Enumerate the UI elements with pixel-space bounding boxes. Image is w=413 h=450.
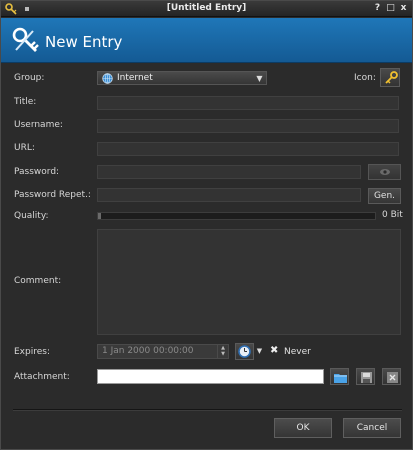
group-value: Internet bbox=[117, 73, 153, 83]
password-repeat-field[interactable] bbox=[97, 188, 361, 202]
expires-date-value: 1 Jan 2000 00:00:00 bbox=[102, 346, 194, 356]
group-select[interactable]: Internet ▼ bbox=[97, 71, 267, 85]
url-field[interactable] bbox=[97, 142, 399, 156]
header-banner: New Entry bbox=[1, 18, 412, 63]
expires-label: Expires: bbox=[14, 347, 50, 357]
expiry-preset-button[interactable] bbox=[235, 343, 254, 360]
dialog-window: [Untitled Entry] ? □ x New Entry Group: … bbox=[0, 0, 413, 450]
attachment-field[interactable] bbox=[97, 369, 324, 384]
close-button[interactable]: x bbox=[398, 2, 409, 15]
quality-bar-fill bbox=[98, 213, 101, 219]
username-label: Username: bbox=[14, 120, 63, 130]
comment-field[interactable] bbox=[97, 229, 401, 335]
chevron-down-icon[interactable]: ▼ bbox=[255, 345, 264, 358]
never-checkbox[interactable]: ✖ bbox=[270, 345, 278, 356]
delete-attachment-button[interactable] bbox=[382, 368, 401, 385]
cancel-button[interactable]: Cancel bbox=[343, 418, 401, 438]
key-wrench-icon bbox=[12, 27, 39, 52]
delete-icon bbox=[387, 372, 398, 383]
key-icon bbox=[385, 71, 398, 84]
ok-button[interactable]: OK bbox=[274, 418, 332, 438]
page-title: New Entry bbox=[45, 33, 123, 51]
save-attachment-button[interactable] bbox=[356, 368, 375, 385]
expires-date-field[interactable]: 1 Jan 2000 00:00:00 ▲ ▼ bbox=[97, 344, 229, 359]
password-label: Password: bbox=[14, 167, 60, 177]
generate-password-button[interactable]: Gen. bbox=[368, 188, 401, 204]
username-field[interactable] bbox=[97, 119, 399, 133]
separator bbox=[13, 409, 402, 411]
quality-label: Quality: bbox=[14, 211, 49, 221]
never-label[interactable]: Never bbox=[284, 347, 311, 357]
quality-bar bbox=[97, 212, 376, 220]
password-field[interactable] bbox=[97, 165, 361, 179]
date-spinner[interactable]: ▲ ▼ bbox=[217, 345, 228, 358]
comment-label: Comment: bbox=[14, 276, 62, 286]
url-label: URL: bbox=[14, 143, 35, 153]
group-label: Group: bbox=[14, 73, 45, 83]
title-field[interactable] bbox=[97, 96, 399, 110]
quality-value: 0 Bit bbox=[382, 210, 403, 220]
title-bar[interactable]: [Untitled Entry] ? □ x bbox=[1, 1, 412, 17]
attachment-label: Attachment: bbox=[14, 372, 70, 382]
folder-icon bbox=[334, 374, 347, 383]
globe-icon bbox=[102, 73, 113, 84]
save-icon bbox=[361, 372, 372, 383]
window-title: [Untitled Entry] bbox=[166, 3, 247, 13]
entry-icon-button[interactable] bbox=[380, 68, 400, 87]
icon-label: Icon: bbox=[354, 73, 376, 83]
eye-icon bbox=[380, 169, 390, 175]
help-button[interactable]: ? bbox=[372, 2, 383, 15]
maximize-button[interactable]: □ bbox=[385, 2, 396, 15]
reveal-password-button[interactable] bbox=[368, 164, 401, 180]
open-attachment-button[interactable] bbox=[330, 368, 349, 385]
chevron-down-icon[interactable]: ▼ bbox=[254, 73, 265, 84]
password-repeat-label: Password Repet.: bbox=[14, 190, 91, 200]
title-label: Title: bbox=[14, 97, 37, 107]
clock-icon bbox=[238, 345, 251, 358]
